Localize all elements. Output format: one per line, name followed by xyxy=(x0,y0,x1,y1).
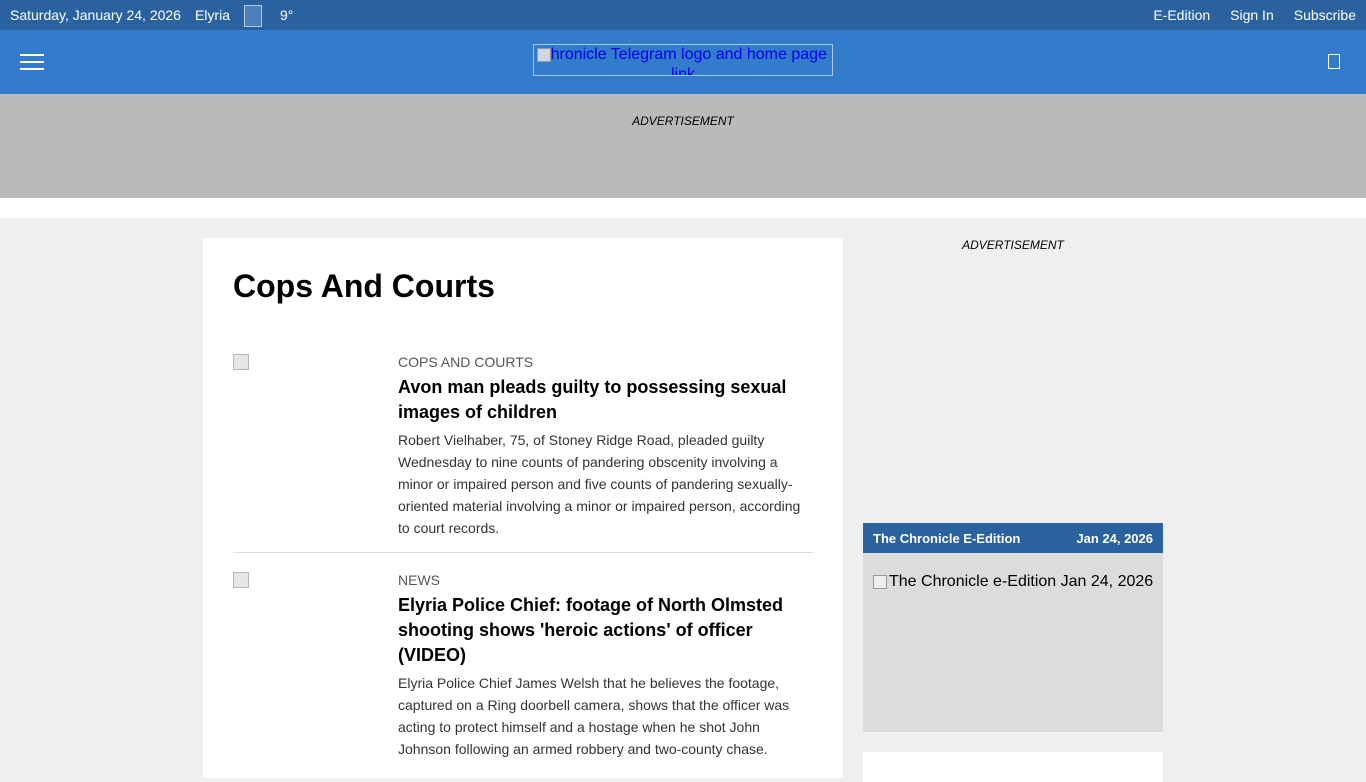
article-summary: Robert Vielhaber, 75, of Stoney Ridge Ro… xyxy=(398,432,801,536)
article-divider xyxy=(233,552,813,553)
top-utility-bar: Saturday, January 24, 2026 Elyria 9° E-E… xyxy=(0,0,1366,30)
page-title: Cops And Courts xyxy=(233,268,495,304)
article-headline[interactable]: Avon man pleads guilty to possessing sex… xyxy=(398,375,814,425)
logo-alt-text: Chronicle Telegram logo and home page li… xyxy=(539,46,827,76)
sidebar-advertisement-label: ADVERTISEMENT xyxy=(962,238,1064,252)
weather-icon xyxy=(243,5,262,27)
article-thumbnail[interactable] xyxy=(233,572,249,588)
e-edition-cover-link[interactable]: The Chronicle e-Edition Jan 24, 2026 xyxy=(873,573,1153,591)
current-date: Saturday, January 24, 2026 xyxy=(10,7,181,23)
advertisement-label: ADVERTISEMENT xyxy=(632,114,734,128)
e-edition-header: The Chronicle E-Edition Jan 24, 2026 xyxy=(863,523,1163,553)
subscribe-link[interactable]: Subscribe xyxy=(1294,7,1356,23)
hamburger-menu-icon[interactable] xyxy=(20,54,44,70)
section-content: Cops And Courts COPS AND COURTS Avon man… xyxy=(203,238,843,778)
article-kicker[interactable]: NEWS xyxy=(398,572,814,588)
article-thumbnail[interactable] xyxy=(233,354,249,370)
header-spacer xyxy=(0,198,1366,218)
top-advertisement: ADVERTISEMENT xyxy=(0,94,1366,198)
e-edition-title[interactable]: The Chronicle E-Edition xyxy=(873,531,1020,546)
sidebar-card xyxy=(863,752,1163,782)
article-summary: Elyria Police Chief James Welsh that he … xyxy=(398,675,790,757)
weather-temperature: 9° xyxy=(279,7,294,23)
sign-in-link[interactable]: Sign In xyxy=(1230,7,1274,23)
article-kicker[interactable]: COPS AND COURTS xyxy=(398,354,814,370)
broken-image-icon xyxy=(873,575,887,589)
article-headline[interactable]: Elyria Police Chief: footage of North Ol… xyxy=(398,593,814,668)
account-links: E-Edition Sign In Subscribe xyxy=(1133,0,1356,30)
e-edition-link[interactable]: E-Edition xyxy=(1153,7,1210,23)
site-logo-link[interactable]: Chronicle Telegram logo and home page li… xyxy=(533,44,833,76)
weather-city: Elyria xyxy=(194,7,230,23)
e-edition-cover-alt: The Chronicle e-Edition Jan 24, 2026 xyxy=(889,573,1154,590)
e-edition-date: Jan 24, 2026 xyxy=(1076,530,1153,546)
date-weather-group: Saturday, January 24, 2026 Elyria 9° xyxy=(10,0,307,30)
broken-image-icon xyxy=(537,48,551,62)
search-icon[interactable] xyxy=(1328,54,1340,69)
site-header: Chronicle Telegram logo and home page li… xyxy=(0,30,1366,94)
e-edition-widget: The Chronicle E-Edition Jan 24, 2026 The… xyxy=(863,523,1163,732)
